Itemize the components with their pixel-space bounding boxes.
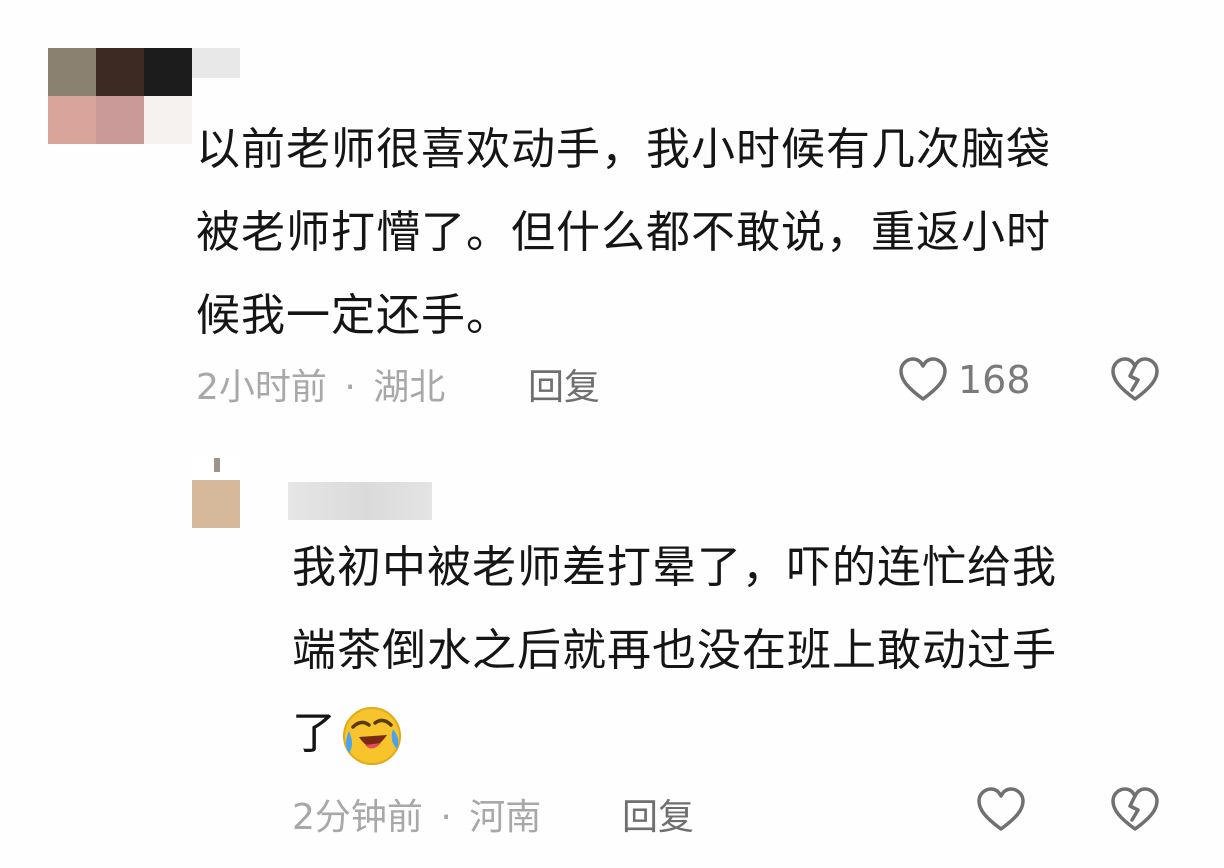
broken-heart-icon [1110, 356, 1160, 404]
avatar[interactable] [192, 456, 240, 528]
comment-text-line: 我初中被老师差打晕了，吓的连忙给我 [292, 542, 1057, 593]
broken-heart-icon [1110, 786, 1160, 834]
comment-text-line: 端茶倒水之后就再也没在班上敢动过手 [292, 625, 1057, 676]
heart-outline-icon [898, 356, 948, 404]
reply-button[interactable]: 回复 [528, 358, 600, 410]
reply-button[interactable]: 回复 [622, 788, 694, 840]
username-blurred[interactable] [288, 482, 432, 520]
like-button[interactable] [976, 786, 1036, 834]
dislike-button[interactable] [1110, 356, 1160, 404]
comment-text-line: 了 [292, 708, 337, 759]
username-blurred[interactable] [192, 48, 240, 78]
comment-location: 湖北 [373, 367, 446, 408]
meta-separator: · [344, 367, 356, 408]
comment-text: 我初中被老师差打晕了，吓的连忙给我 端茶倒水之后就再也没在班上敢动过手 了 [292, 526, 1057, 775]
comment-meta: 2分钟前 · 河南 [292, 788, 541, 840]
meta-separator: · [440, 797, 452, 838]
comment-time: 2小时前 [196, 367, 327, 408]
comment-time: 2分钟前 [292, 797, 423, 838]
dislike-button[interactable] [1110, 786, 1160, 834]
comment-location: 河南 [469, 797, 542, 838]
heart-outline-icon [976, 786, 1026, 834]
like-count: 168 [958, 358, 1031, 402]
comment-text-line: 以前老师很喜欢动手，我小时候有几次脑袋 [196, 124, 1051, 175]
comment-text-line: 候我一定还手。 [196, 290, 511, 341]
comment-text: 以前老师很喜欢动手，我小时候有几次脑袋 被老师打懵了。但什么都不敢说，重返小时 … [196, 108, 1051, 357]
avatar[interactable] [48, 48, 192, 144]
like-button[interactable]: 168 [898, 356, 1031, 404]
comment-text-line: 被老师打懵了。但什么都不敢说，重返小时 [196, 207, 1051, 258]
comment-meta: 2小时前 · 湖北 [196, 358, 445, 410]
laughing-crying-emoji [341, 705, 403, 767]
